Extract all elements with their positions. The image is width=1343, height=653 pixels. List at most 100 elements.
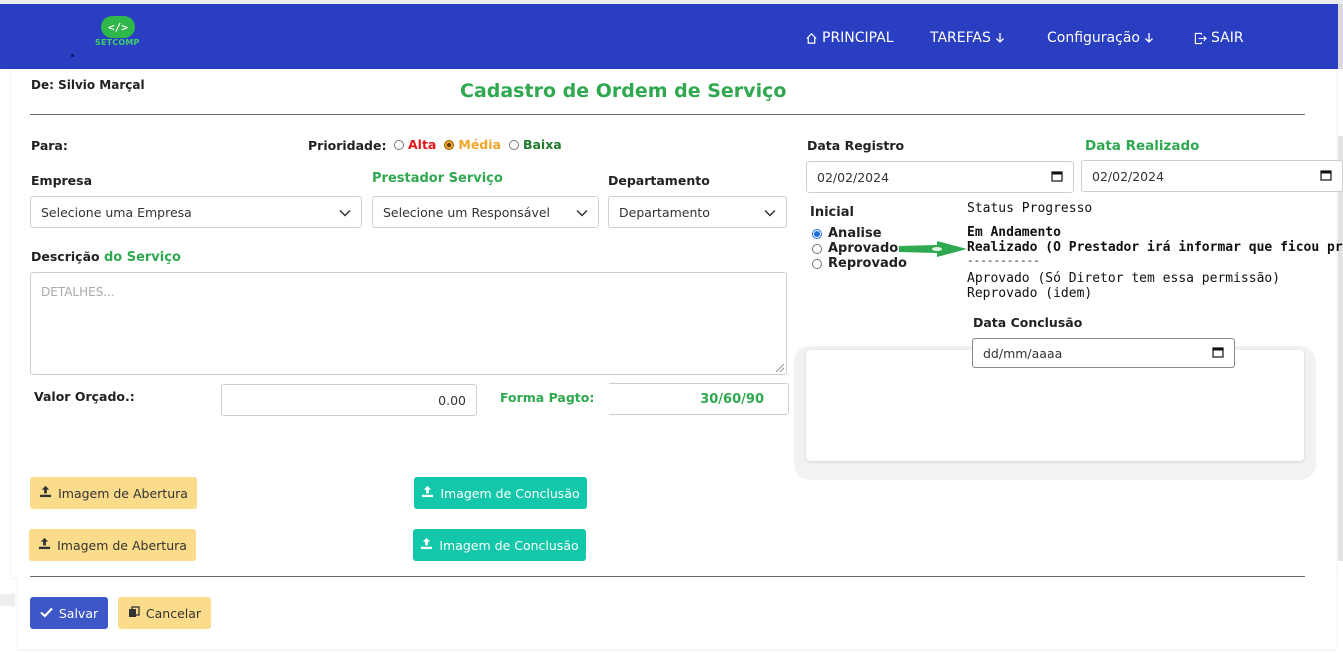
imagem-abertura-label-2: Imagem de Abertura (57, 537, 187, 553)
divider-top (30, 114, 1305, 115)
data-realizado-label: Data Realizado (1085, 138, 1200, 154)
nav-tarefas-label: TAREFAS (930, 30, 991, 46)
green-arrow-icon (899, 241, 967, 257)
imagem-abertura-button-2[interactable]: Imagem de Abertura (29, 529, 196, 561)
nav-principal[interactable]: PRINCIPAL (805, 30, 894, 46)
departamento-select[interactable]: Departamento (608, 196, 787, 228)
inicial-option-aprovado[interactable]: Aprovado (812, 241, 898, 256)
cancel-button[interactable]: Cancelar (118, 597, 211, 629)
empresa-select-value: Selecione uma Empresa (41, 204, 192, 220)
data-registro-value: 02/02/2024 (817, 169, 890, 185)
calendar-icon[interactable] (1051, 170, 1063, 185)
imagem-conclusao-label-2: Imagem de Conclusão (439, 537, 579, 553)
logo-dot (71, 54, 74, 57)
upload-icon (421, 485, 434, 501)
inicial-reprovado-label: Reprovado (828, 256, 907, 271)
departamento-label: Departamento (608, 173, 710, 188)
descricao-textarea[interactable]: DETALHES... (30, 272, 787, 375)
nav-sair[interactable]: SAIR (1194, 30, 1244, 46)
side-edge-element (0, 594, 15, 606)
divider-bottom (30, 576, 1305, 577)
departamento-select-value: Departamento (619, 204, 710, 220)
forma-pagto-label: Forma Pagto: (500, 390, 595, 405)
imagem-abertura-button-1[interactable]: Imagem de Abertura (30, 477, 197, 509)
inicial-radio-reprovado[interactable] (812, 258, 822, 269)
empresa-label: Empresa (31, 173, 93, 188)
upload-icon (38, 537, 51, 553)
chevron-down-icon (339, 205, 351, 220)
calendar-icon[interactable] (1212, 346, 1224, 361)
check-icon (40, 606, 53, 621)
valor-orcado-label: Valor Orçado.: (34, 389, 135, 404)
prioridade-label: Prioridade: (308, 138, 387, 153)
inicial-analise-label: Analise (828, 226, 882, 241)
prestador-label: Prestador Serviço (372, 171, 503, 186)
save-button-label: Salvar (58, 605, 99, 621)
prestador-select-value: Selecione um Responsável (383, 204, 551, 220)
top-navbar: </> SETCOMP PRINCIPAL TAREFAS Configuraç… (0, 4, 1338, 69)
imagem-conclusao-button-2[interactable]: Imagem de Conclusão (413, 529, 586, 561)
data-conclusao-label: Data Conclusão (973, 315, 1083, 330)
status-line-aprovado: Aprovado (Só Diretor tem essa permissão) (967, 271, 1281, 286)
priority-radio-media[interactable] (444, 139, 455, 150)
imagem-conclusao-button-1[interactable]: Imagem de Conclusão (414, 477, 587, 509)
save-button[interactable]: Salvar (30, 597, 108, 629)
forma-pagto-input[interactable]: 30/60/90 (609, 383, 789, 415)
logo[interactable]: </> SETCOMP (92, 16, 142, 56)
priority-radio-baixa[interactable] (508, 139, 519, 150)
inicial-aprovado-label: Aprovado (828, 241, 899, 256)
calendar-icon[interactable] (1320, 169, 1332, 184)
actions-card (18, 577, 1336, 649)
descricao-label-part2: do Serviço (103, 250, 181, 265)
arrow-down-icon (995, 32, 1005, 44)
nav-configuracao-label: Configuração (1047, 30, 1140, 46)
sign-out-icon (1194, 32, 1207, 45)
imagem-conclusao-label-1: Imagem de Conclusão (440, 485, 580, 501)
priority-media-label: Média (458, 137, 501, 152)
chevron-down-icon (576, 205, 588, 220)
status-line-reprovado: Reprovado (idem) (967, 286, 1093, 301)
arrow-down-icon (1144, 32, 1154, 44)
forma-pagto-value: 30/60/90 (700, 391, 764, 407)
nav-configuracao[interactable]: Configuração (1047, 30, 1154, 46)
descricao-label-part1: Descrição (31, 249, 100, 264)
data-conclusao-input[interactable]: dd/mm/aaaa (972, 338, 1235, 368)
data-realizado-value: 02/02/2024 (1092, 168, 1165, 184)
inicial-option-reprovado[interactable]: Reprovado (812, 256, 907, 271)
logo-code-icon: </> (101, 16, 135, 38)
data-conclusao-placeholder: dd/mm/aaaa (983, 345, 1063, 361)
nav-tarefas[interactable]: TAREFAS (930, 30, 1005, 46)
valor-orcado-value: 0.00 (438, 392, 466, 408)
empresa-select[interactable]: Selecione uma Empresa (30, 196, 362, 228)
chevron-down-icon (764, 205, 776, 220)
status-title: Status Progresso (967, 201, 1093, 216)
side-scroll-track[interactable] (1338, 136, 1343, 561)
data-registro-input[interactable]: 02/02/2024 (806, 161, 1074, 193)
data-registro-label: Data Registro (807, 138, 905, 153)
inicial-label: Inicial (810, 205, 854, 220)
priority-alta-label: Alta (408, 137, 437, 152)
inicial-radio-analise[interactable] (812, 228, 822, 239)
upload-icon (420, 537, 433, 553)
resize-handle-icon[interactable] (776, 364, 784, 372)
imagem-abertura-label-1: Imagem de Abertura (58, 485, 188, 501)
scrollbar[interactable] (1338, 4, 1343, 69)
copy-icon (128, 605, 140, 621)
upload-icon (39, 485, 52, 501)
valor-orcado-input[interactable]: 0.00 (221, 384, 477, 416)
data-realizado-input[interactable]: 02/02/2024 (1081, 160, 1343, 192)
status-line-em-andamento: Em Andamento (967, 225, 1061, 240)
prestador-select[interactable]: Selecione um Responsável (372, 196, 599, 228)
descricao-placeholder: DETALHES... (41, 285, 115, 299)
nav-sair-label: SAIR (1211, 30, 1244, 46)
inicial-radio-aprovado[interactable] (812, 243, 822, 254)
inicial-option-analise[interactable]: Analise (812, 226, 882, 241)
priority-radio-group: Alta Média Baixa (394, 137, 562, 152)
para-label: Para: (31, 138, 68, 153)
priority-baixa-label: Baixa (522, 137, 562, 152)
from-label: De: Silvio Marçal (31, 78, 145, 92)
cancel-button-label: Cancelar (145, 605, 202, 621)
priority-radio-alta[interactable] (394, 139, 404, 150)
logo-text: SETCOMP (95, 38, 140, 47)
page-title: Cadastro de Ordem de Serviço (460, 80, 787, 102)
